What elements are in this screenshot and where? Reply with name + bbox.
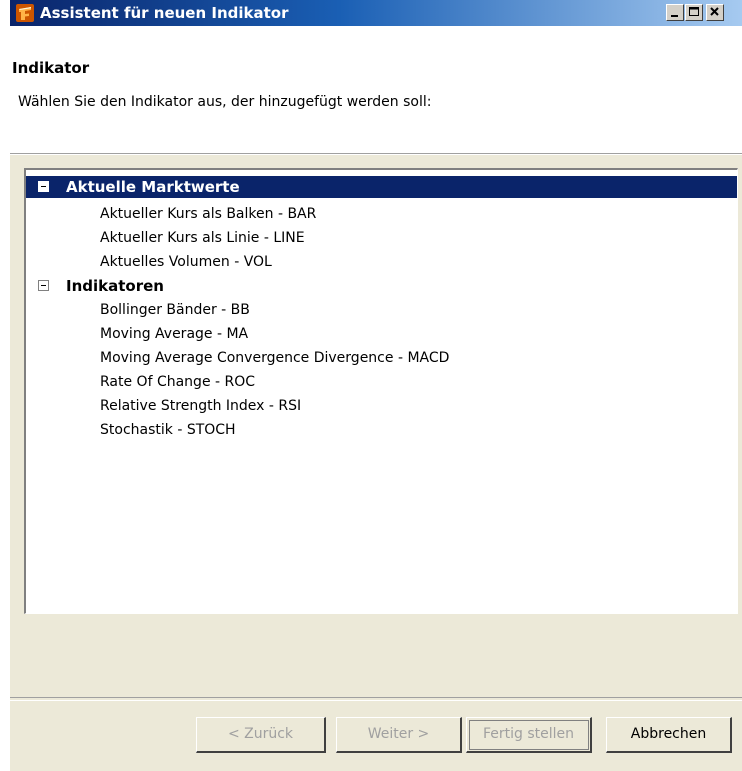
wizard-header — [10, 26, 742, 154]
tree-item-label: Moving Average - MA — [100, 326, 249, 342]
collapse-icon[interactable] — [38, 181, 49, 192]
finish-button[interactable]: Fertig stellen — [466, 717, 592, 753]
wizard-dialog: Assistent für neuen Indikator Indikator … — [10, 0, 742, 771]
app-logo-icon — [16, 4, 34, 22]
page-description: Wählen Sie den Indikator aus, der hinzug… — [18, 94, 432, 110]
cancel-button[interactable]: Abbrechen — [606, 717, 732, 753]
tree-item[interactable]: Bollinger Bänder - BB — [26, 299, 737, 321]
tree-group-indikatoren[interactable]: Indikatoren — [26, 275, 737, 297]
tree-item[interactable]: Moving Average Convergence Divergence - … — [26, 347, 737, 369]
tree-group-aktuelle-marktwerte[interactable]: Aktuelle Marktwerte — [26, 176, 737, 198]
tree-item[interactable]: Aktuelles Volumen - VOL — [26, 251, 737, 273]
tree-item-label: Bollinger Bänder - BB — [100, 302, 250, 318]
collapse-icon[interactable] — [38, 280, 49, 291]
minimize-icon — [671, 15, 678, 17]
minimize-button[interactable] — [666, 4, 684, 21]
tree-item[interactable]: Relative Strength Index - RSI — [26, 395, 737, 417]
indicator-tree[interactable]: Aktuelle Marktwerte Aktueller Kurs als B… — [24, 168, 738, 614]
title-bar[interactable]: Assistent für neuen Indikator — [10, 0, 742, 26]
close-icon — [710, 7, 719, 16]
close-button[interactable] — [706, 4, 724, 21]
tree-item-label: Moving Average Convergence Divergence - … — [100, 350, 450, 366]
background-edge — [0, 0, 10, 771]
tree-item[interactable]: Aktueller Kurs als Linie - LINE — [26, 227, 737, 249]
footer-divider — [10, 697, 742, 701]
tree-item-label: Relative Strength Index - RSI — [100, 398, 302, 414]
page-title: Indikator — [12, 59, 90, 77]
window-title: Assistent für neuen Indikator — [40, 4, 289, 22]
back-button[interactable]: < Zurück — [196, 717, 326, 753]
tree-item-label: Aktueller Kurs als Balken - BAR — [100, 206, 317, 222]
next-button[interactable]: Weiter > — [336, 717, 462, 753]
header-divider — [10, 154, 742, 155]
tree-item-label: Aktuelles Volumen - VOL — [100, 254, 272, 270]
tree-item[interactable]: Moving Average - MA — [26, 323, 737, 345]
tree-group-label: Aktuelle Marktwerte — [66, 178, 240, 196]
tree-item-label: Aktueller Kurs als Linie - LINE — [100, 230, 305, 246]
tree-item-label: Rate Of Change - ROC — [100, 374, 256, 390]
maximize-button[interactable] — [685, 4, 703, 21]
tree-item[interactable]: Aktueller Kurs als Balken - BAR — [26, 203, 737, 225]
tree-group-label: Indikatoren — [66, 277, 164, 295]
tree-item[interactable]: Rate Of Change - ROC — [26, 371, 737, 393]
maximize-icon — [689, 7, 699, 16]
tree-item-label: Stochastik - STOCH — [100, 422, 236, 438]
tree-item[interactable]: Stochastik - STOCH — [26, 419, 737, 441]
